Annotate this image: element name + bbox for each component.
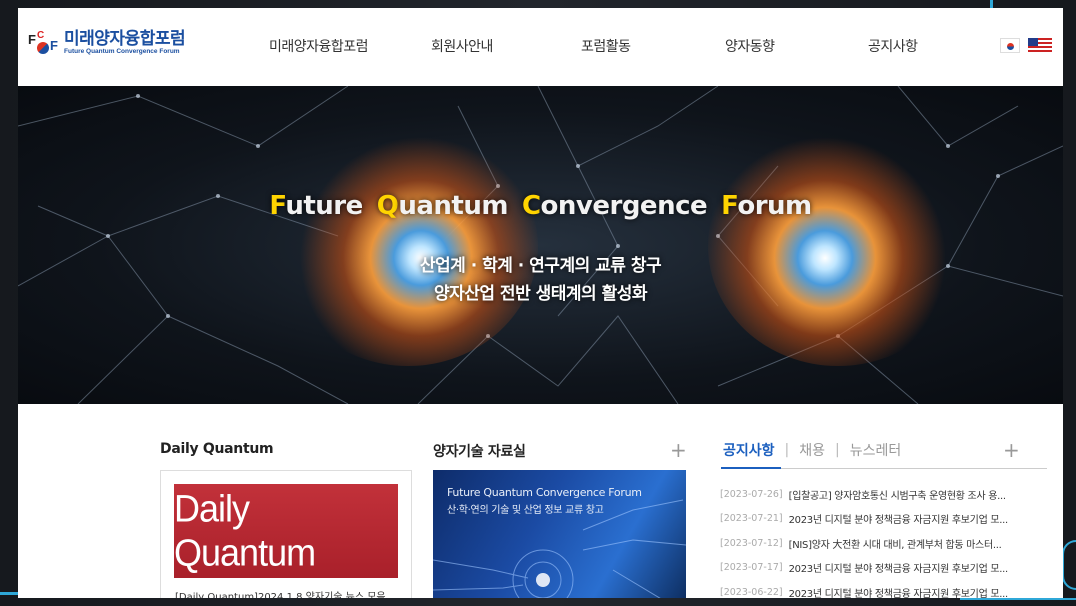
frame-accent-line <box>960 598 1076 600</box>
daily-quantum-banner[interactable]: Daily Quantum <box>174 484 398 578</box>
website-screenshot: FCF 미래양자융합포럼 Future Quantum Convergence … <box>18 8 1063 598</box>
archive-more-icon[interactable]: + <box>670 438 687 462</box>
logo-korean-name: 미래양자융합포럼 <box>64 29 186 49</box>
daily-quantum-banner-text: Daily Quantum <box>174 486 316 575</box>
korea-flag-icon[interactable] <box>1000 38 1020 53</box>
language-selector <box>1000 38 1052 53</box>
frame-accent-arc <box>1062 540 1076 590</box>
tab-divider: | <box>784 442 790 458</box>
notice-title[interactable]: [입찰공고] 양자암호통신 시범구축 운영현황 조사 용... <box>789 487 1006 502</box>
notice-date: [2023-07-21] <box>720 513 783 525</box>
notice-more-icon[interactable]: + <box>1003 438 1020 462</box>
archive-title: 양자기술 자료실 <box>433 444 526 460</box>
site-logo[interactable]: FCF 미래양자융합포럼 Future Quantum Convergence … <box>28 29 186 56</box>
list-item[interactable]: [2023-07-12] [NIS]양자 大전환 시대 대비, 관계부처 합동 … <box>720 531 1050 556</box>
notice-title[interactable]: 2023년 디지털 분야 정책금융 자금지원 후보기업 모... <box>789 560 1008 575</box>
notice-title[interactable]: 2023년 디지털 분야 정책금융 자금지원 후보기업 모... <box>789 585 1008 598</box>
daily-quantum-caption[interactable]: [Daily Quantum]2024.1.8 양자기술 뉴스 모음 <box>175 588 411 598</box>
archive-thumbnail[interactable]: Future Quantum Convergence Forum 산·학·연의 … <box>433 470 686 598</box>
notice-date: [2023-07-17] <box>720 562 783 574</box>
hero-title: Future Quantum Convergence Forum <box>269 191 812 221</box>
nav-item-members[interactable]: 회원사안내 <box>431 36 493 56</box>
notice-date: [2023-07-26] <box>720 488 783 500</box>
notice-date: [2023-06-22] <box>720 586 783 598</box>
fqcf-logo-icon: FCF <box>28 30 58 54</box>
usa-flag-icon[interactable] <box>1028 38 1052 53</box>
hero-subtitle-line2: 양자산업 전반 생태계의 활성화 <box>433 284 648 304</box>
quantum-orb-left <box>278 126 538 366</box>
tab-recruit[interactable]: 채용 <box>799 440 825 460</box>
notice-date: [2023-07-12] <box>720 537 783 549</box>
archive-image-line2: 산·학·연의 기술 및 산업 정보 교류 창고 <box>447 505 604 516</box>
logo-english-name: Future Quantum Convergence Forum <box>64 48 180 55</box>
nav-item-forum[interactable]: 미래양자융합포럼 <box>269 36 369 56</box>
tab-active-indicator <box>721 467 781 469</box>
list-item[interactable]: [2023-07-26] [입찰공고] 양자암호통신 시범구축 운영현황 조사 … <box>720 482 1050 507</box>
nav-item-notice[interactable]: 공지사항 <box>868 36 918 56</box>
list-item[interactable]: [2023-06-22] 2023년 디지털 분야 정책금융 자금지원 후보기업… <box>720 580 1050 598</box>
tab-newsletter[interactable]: 뉴스레터 <box>850 440 902 460</box>
list-item[interactable]: [2023-07-21] 2023년 디지털 분야 정책금융 자금지원 후보기업… <box>720 507 1050 532</box>
archive-image-line1: Future Quantum Convergence Forum <box>447 486 642 499</box>
list-item[interactable]: [2023-07-17] 2023년 디지털 분야 정책금융 자금지원 후보기업… <box>720 556 1050 581</box>
notice-title[interactable]: 2023년 디지털 분야 정책금융 자금지원 후보기업 모... <box>789 511 1008 526</box>
site-header: FCF 미래양자융합포럼 Future Quantum Convergence … <box>18 8 1063 86</box>
hero-banner: Future Quantum Convergence Forum 산업계 · 학계 ·… <box>18 86 1063 404</box>
notice-tabs: 공지사항 | 채용 | 뉴스레터 <box>723 440 901 460</box>
tab-notice[interactable]: 공지사항 <box>723 440 775 460</box>
hero-subtitle-line1: 산업계 · 학계 · 연구계의 교류 창구 <box>419 256 662 276</box>
nav-item-trends[interactable]: 양자동향 <box>725 36 775 56</box>
daily-quantum-title: Daily Quantum <box>160 441 274 457</box>
nav-item-activities[interactable]: 포럼활동 <box>581 36 631 56</box>
quantum-orb-right <box>708 126 968 366</box>
tab-divider: | <box>835 442 840 458</box>
notice-list: [2023-07-26] [입찰공고] 양자암호통신 시범구축 운영현황 조사 … <box>720 482 1050 598</box>
notice-title[interactable]: [NIS]양자 大전환 시대 대비, 관계부처 합동 마스터... <box>789 536 1002 551</box>
